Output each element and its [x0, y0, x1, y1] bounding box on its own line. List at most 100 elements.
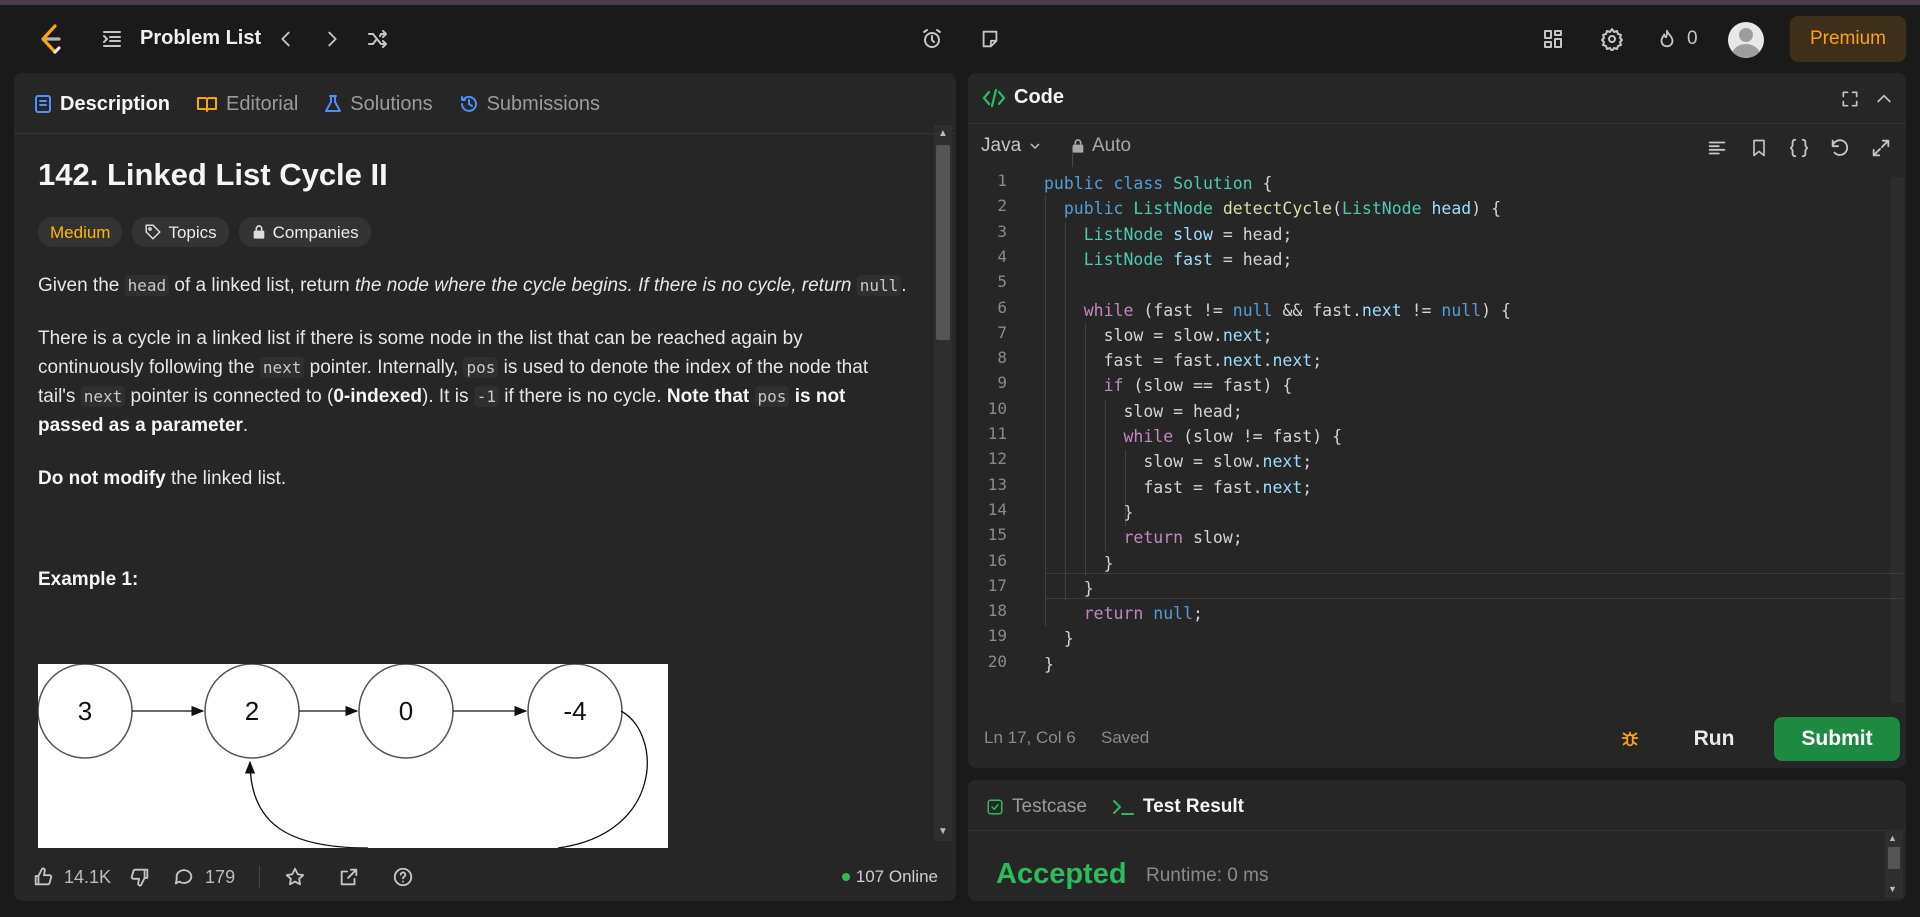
problem-title: 142. Linked List Cycle II: [38, 157, 388, 192]
tab-description-label: Description: [60, 92, 171, 115]
tab-solutions[interactable]: Solutions: [324, 92, 433, 116]
settings-gear-icon[interactable]: [1597, 25, 1627, 53]
comment-icon[interactable]: [173, 866, 195, 888]
tab-testcase[interactable]: Testcase: [986, 796, 1087, 818]
code-line: ListNode slow = head;: [1083, 224, 1293, 244]
code-brackets-icon: [982, 88, 1006, 107]
code-line: }: [1044, 553, 1114, 573]
code-line: while (fast != null && fast.next != null…: [1083, 300, 1511, 320]
tab-editorial-label: Editorial: [226, 92, 299, 115]
chevron-down-icon: [1030, 143, 1040, 150]
format-lines-icon[interactable]: [1704, 135, 1730, 161]
reset-undo-icon[interactable]: [1827, 135, 1853, 161]
code-line: }: [1044, 629, 1074, 649]
maximize-icon[interactable]: [1838, 87, 1862, 111]
line-number: 9: [997, 373, 1007, 393]
tab-test-result[interactable]: Test Result: [1111, 796, 1244, 818]
scroll-up-icon[interactable]: ▲: [1888, 833, 1897, 843]
thumbs-up-icon[interactable]: [32, 866, 54, 888]
submit-button[interactable]: Submit: [1774, 717, 1900, 761]
layout-icon[interactable]: [1538, 25, 1568, 53]
code-line: return null;: [1083, 604, 1203, 624]
diagram-node-label: 3: [78, 696, 92, 726]
debug-bug-icon[interactable]: [1616, 724, 1644, 752]
line-number: 11: [987, 424, 1007, 443]
star-favorite-icon[interactable]: [284, 866, 306, 888]
premium-button[interactable]: Premium: [1790, 16, 1906, 62]
topics-chip[interactable]: Topics: [132, 217, 229, 247]
collapse-chevron-up-icon[interactable]: [1872, 87, 1896, 111]
flask-icon: [325, 95, 342, 112]
problem-tags: Medium Topics Companies: [38, 217, 910, 247]
curly-braces-icon[interactable]: [1786, 135, 1812, 161]
line-number: 10: [987, 398, 1007, 418]
bookmark-icon[interactable]: [1746, 135, 1772, 161]
tag-icon: [145, 224, 162, 240]
expand-arrows-icon[interactable]: [1868, 135, 1894, 161]
code-line: return slow;: [1123, 528, 1243, 548]
line-number: 1: [997, 171, 1007, 190]
leetcode-logo-icon[interactable]: [33, 21, 67, 57]
code-line: fast = fast.next.next;: [1044, 351, 1323, 371]
code-line: fast = fast.next;: [1044, 477, 1313, 497]
line-number: 12: [987, 449, 1007, 469]
line-number: 4: [997, 246, 1007, 266]
scroll-down-icon[interactable]: ▼: [936, 827, 950, 837]
terminal-prompt-icon: [1112, 800, 1134, 815]
companies-chip[interactable]: Companies: [238, 217, 371, 247]
code-line: while (slow != fast) {: [1123, 427, 1343, 446]
chevron-left-icon[interactable]: [272, 25, 300, 53]
example-diagram: 3 2 0 -4: [38, 664, 668, 848]
chevron-right-icon[interactable]: [318, 25, 346, 53]
tab-testcase-label: Testcase: [1012, 796, 1087, 817]
line-number: 2: [997, 196, 1007, 216]
language-select[interactable]: Java: [981, 135, 1043, 157]
user-avatar[interactable]: [1728, 22, 1764, 58]
shuffle-icon[interactable]: [364, 25, 392, 53]
auto-mode-toggle[interactable]: Auto: [1070, 135, 1131, 157]
share-external-icon[interactable]: [338, 866, 360, 888]
difficulty-badge[interactable]: Medium: [38, 217, 123, 247]
streak-count[interactable]: 0: [1687, 28, 1698, 50]
line-number: 7: [997, 322, 1007, 342]
thumbs-down-icon[interactable]: [129, 866, 151, 888]
tab-description[interactable]: Description: [34, 93, 170, 116]
line-number: 16: [987, 550, 1007, 570]
tab-editorial[interactable]: Editorial: [196, 93, 298, 116]
tab-divider: [14, 133, 956, 134]
alarm-clock-icon[interactable]: [918, 25, 946, 53]
line-number: 19: [987, 626, 1007, 646]
likes-count[interactable]: 14.1K: [64, 867, 111, 888]
line-number: 3: [997, 221, 1007, 241]
line-number: 15: [987, 525, 1007, 545]
tab-submissions[interactable]: Submissions: [459, 93, 600, 116]
diagram-node-label: 2: [245, 696, 259, 726]
problem-list-link[interactable]: Problem List: [140, 27, 261, 50]
comments-count[interactable]: 179: [205, 867, 235, 888]
scroll-up-icon[interactable]: ▲: [936, 129, 950, 139]
tab-solutions-label: Solutions: [350, 92, 433, 115]
online-count: 107 Online: [855, 867, 938, 886]
line-number: 13: [987, 474, 1007, 494]
code-header: Code: [982, 86, 1064, 109]
result-scrollbar[interactable]: ▲ ▼: [1885, 830, 1903, 898]
lock-icon: [253, 225, 264, 239]
help-question-icon[interactable]: [392, 866, 414, 888]
problem-list-icon[interactable]: [98, 25, 126, 53]
description-scrollbar[interactable]: ▲ ▼: [934, 125, 952, 841]
scrollbar-thumb[interactable]: [1888, 847, 1900, 869]
flame-streak-icon[interactable]: [1654, 25, 1680, 53]
top-bar: Problem List 0 Premium: [0, 5, 1920, 73]
editor-scrollbar[interactable]: [1890, 177, 1904, 703]
description-panel: Description Editorial Solutions Submissi…: [14, 73, 956, 901]
paragraph-2: There is a cycle in a linked list if the…: [38, 328, 869, 436]
line-number: 17: [987, 575, 1007, 595]
scrollbar-thumb[interactable]: [936, 145, 950, 340]
description-footer: 14.1K 179 107 Online: [14, 853, 956, 901]
note-icon[interactable]: [976, 25, 1004, 53]
line-number: 8: [997, 348, 1007, 368]
code-line: public ListNode detectCycle(ListNode hea…: [1063, 199, 1502, 219]
lock-icon: [1072, 139, 1084, 153]
run-button[interactable]: Run: [1667, 717, 1761, 761]
scroll-down-icon[interactable]: ▼: [1888, 884, 1897, 894]
